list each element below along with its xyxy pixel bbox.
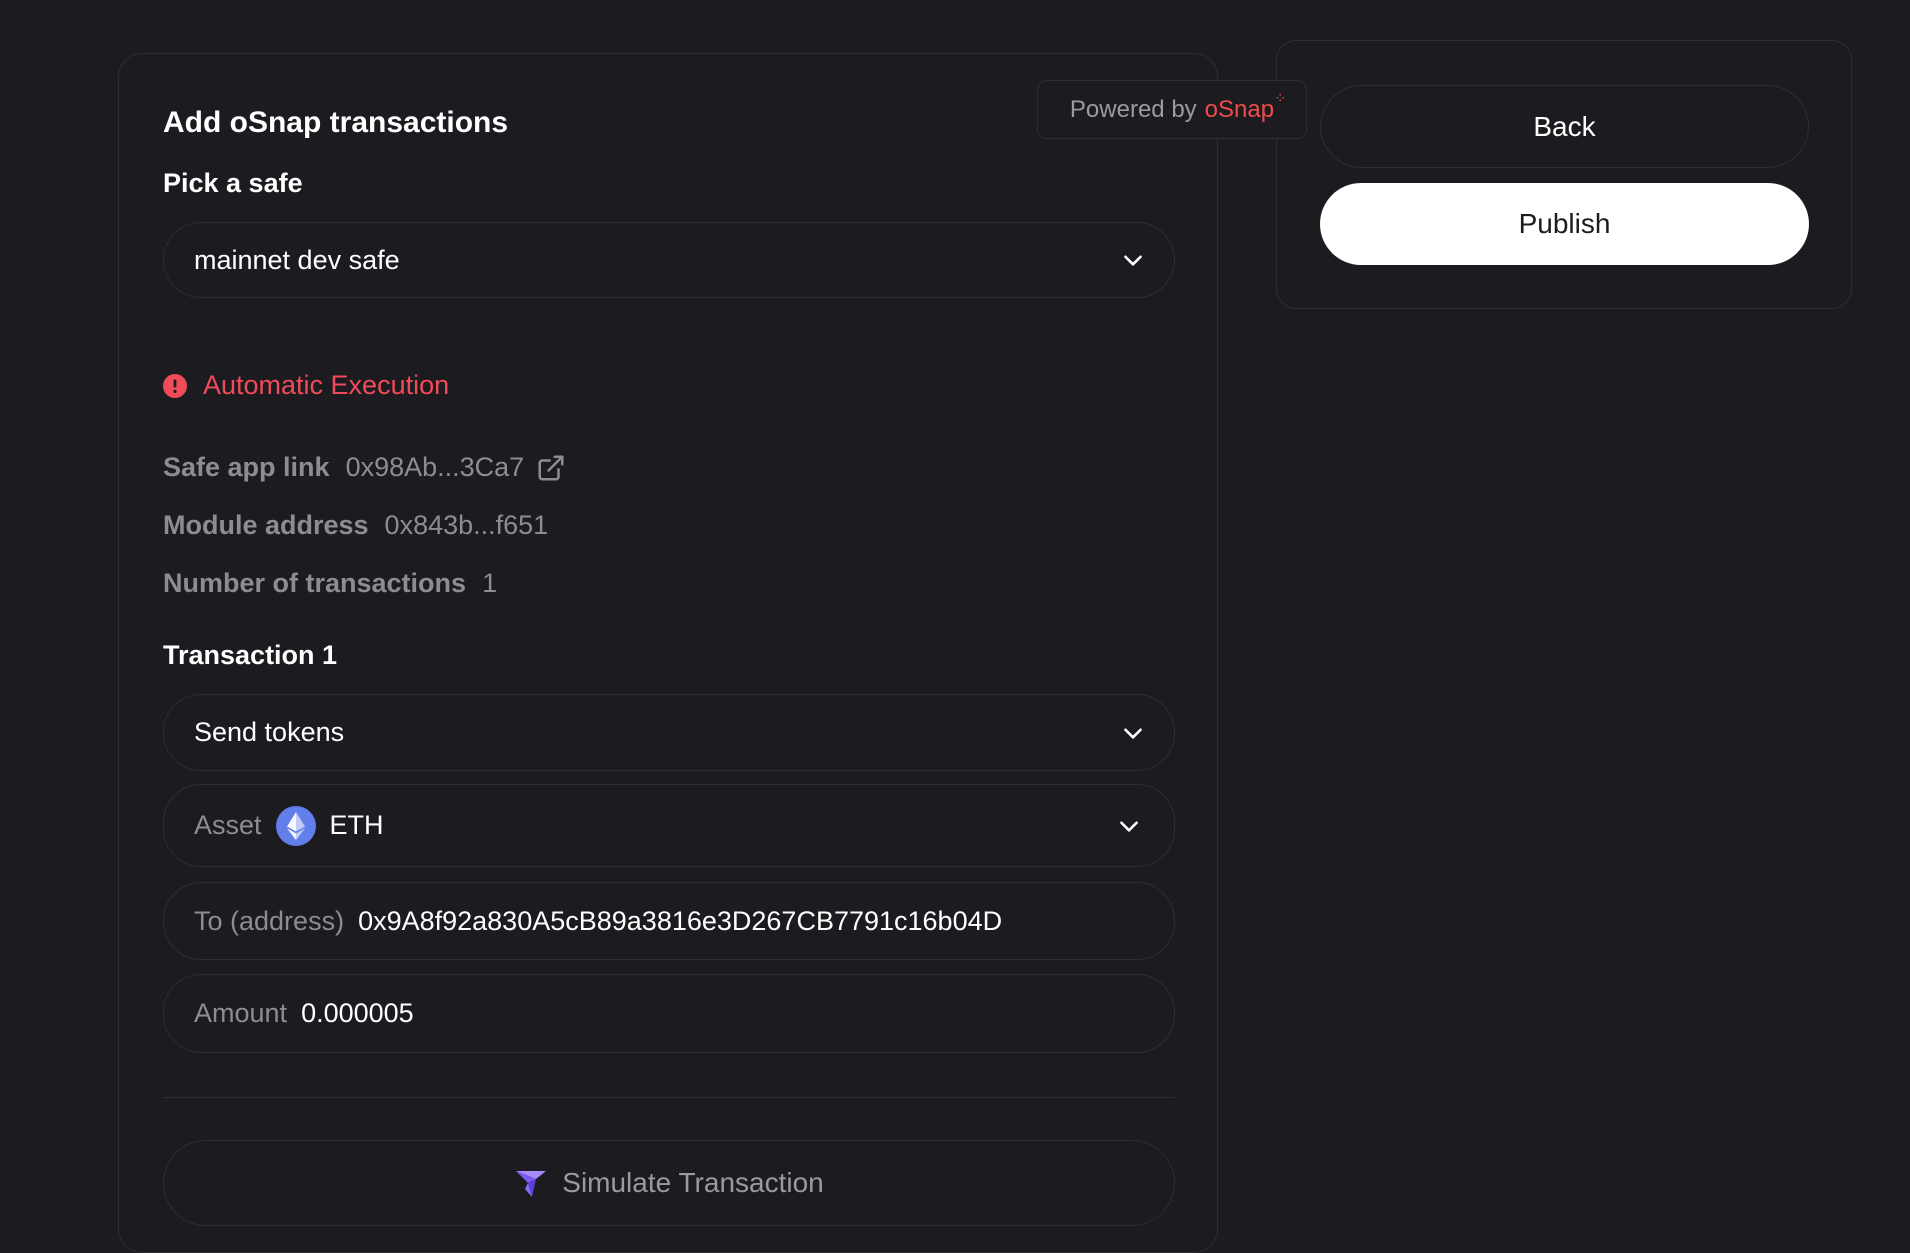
safe-app-link-value[interactable]: 0x98Ab...3Ca7	[346, 452, 525, 483]
actions-panel: Back Publish	[1276, 40, 1852, 309]
powered-by-badge: Powered by oSnap ⁘	[1037, 80, 1307, 139]
amount-input[interactable]: Amount 0.000005	[163, 974, 1175, 1053]
to-address-value: 0x9A8f92a830A5cB89a3816e3D267CB7791c16b0…	[358, 905, 1003, 936]
powered-by-text: Powered by	[1069, 95, 1197, 123]
safe-app-link-label: Safe app link	[163, 452, 330, 482]
tenderly-icon	[516, 1171, 547, 1197]
simulate-transaction-label: Simulate Transaction	[562, 1167, 824, 1198]
to-address-input[interactable]: To (address) 0x9A8f92a830A5cB89a3816e3D2…	[163, 882, 1175, 960]
osnap-transactions-panel: Powered by oSnap ⁘ Add oSnap transaction…	[118, 53, 1307, 1253]
safe-select[interactable]: mainnet dev safe	[163, 222, 1175, 298]
osnap-brand: oSnap ⁘	[1204, 90, 1286, 124]
module-address-value: 0x843b...f651	[384, 510, 549, 540]
asset-label: Asset	[194, 810, 262, 840]
simulate-transaction-button[interactable]: Simulate Transaction	[163, 1140, 1175, 1226]
module-address-row: Module address 0x843b...f651	[163, 510, 548, 541]
amount-value: 0.000005	[301, 998, 414, 1028]
transaction-type-select[interactable]: Send tokens	[163, 694, 1175, 771]
automatic-execution-warning[interactable]: Automatic Execution	[163, 370, 449, 401]
asset-select[interactable]: Asset ETH	[163, 784, 1175, 867]
alert-circle-icon	[163, 373, 187, 398]
external-link-icon[interactable]	[536, 453, 566, 483]
asset-value: ETH	[329, 810, 384, 840]
back-button[interactable]: Back	[1320, 85, 1809, 168]
sparkle-icon: ⁘	[1274, 89, 1287, 106]
number-of-transactions-row: Number of transactions 1	[163, 568, 497, 599]
page-title: Add oSnap transactions	[163, 106, 509, 139]
chevron-down-icon	[1120, 820, 1138, 832]
transaction-type-value: Send tokens	[194, 717, 345, 747]
to-address-label: To (address)	[194, 905, 345, 936]
transaction-title: Transaction 1	[163, 640, 338, 670]
ethereum-icon	[275, 805, 316, 846]
number-of-transactions-label: Number of transactions	[163, 568, 467, 598]
warning-text: Automatic Execution	[203, 370, 450, 400]
section-divider	[163, 1097, 1175, 1098]
chevron-down-icon	[1124, 255, 1142, 266]
amount-label: Amount	[194, 998, 288, 1028]
pick-safe-label: Pick a safe	[163, 168, 303, 198]
osnap-brand-text: oSnap	[1204, 95, 1275, 123]
chevron-down-icon	[1124, 727, 1142, 739]
number-of-transactions-value: 1	[482, 568, 498, 598]
safe-app-link-row: Safe app link 0x98Ab...3Ca7	[163, 452, 566, 483]
safe-select-value: mainnet dev safe	[194, 244, 400, 275]
module-address-label: Module address	[163, 510, 369, 540]
publish-button[interactable]: Publish	[1320, 183, 1809, 265]
